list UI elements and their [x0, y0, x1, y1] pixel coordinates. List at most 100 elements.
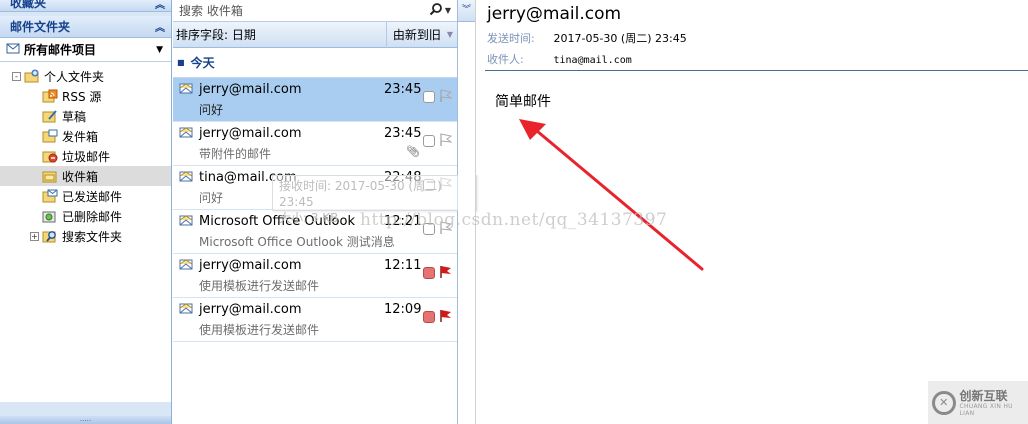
mail-folders-header[interactable]: 邮件文件夹 ︽	[0, 16, 171, 38]
favorites-label: 收藏夹	[10, 0, 47, 10]
message-subject: 问好	[199, 103, 224, 117]
message-time: 12:11	[384, 258, 422, 273]
folder-item[interactable]: 垃圾邮件	[0, 146, 171, 166]
message-body: 简单邮件	[495, 94, 551, 110]
junk-mail-icon	[42, 149, 58, 163]
folder-label: 发件箱	[62, 129, 99, 144]
brand-logo-icon: ✕	[932, 390, 956, 415]
outlook-window: 收藏夹 ︽ 邮件文件夹 ︽ 所有邮件项目 ▼ - 个人文件夹 RSS 源草稿发件箱垃…	[0, 0, 1028, 424]
dropdown-arrow-icon[interactable]: ▼	[156, 45, 163, 55]
mail-items-icon	[6, 42, 20, 58]
sort-arrow-icon: ▼	[446, 30, 453, 39]
message-sender: jerry@mail.com	[199, 258, 302, 273]
folder-item[interactable]: 草稿	[0, 106, 171, 126]
folder-label: 已发送邮件	[62, 189, 123, 204]
inbox-icon	[42, 169, 58, 183]
deleted-items-icon	[42, 209, 58, 223]
sort-field-button[interactable]: 排序字段: 日期	[173, 26, 256, 43]
search-box[interactable]: 搜索 收件箱 ▼	[173, 0, 457, 22]
envelope-icon	[179, 258, 193, 273]
message-tooltip: 接收时间: 2017-05-30 (周二) 23:45 大小: 3 KB	[272, 175, 477, 225]
folder-label: 个人文件夹	[44, 69, 105, 84]
collapse-group-icon[interactable]: ■	[177, 58, 185, 67]
flag-icon[interactable]	[439, 133, 453, 151]
sort-header: 排序字段: 日期 由新到旧 ▼	[173, 21, 457, 48]
folder-item[interactable]: + 搜索文件夹	[0, 226, 171, 246]
header-separator	[485, 70, 1028, 71]
message-item[interactable]: jerry@mail.com 23:45 问好	[173, 78, 457, 122]
folder-label: RSS 源	[62, 89, 102, 104]
collapse-chevron-icon[interactable]: ︽	[155, 19, 165, 34]
folder-scope-selector[interactable]: 所有邮件项目 ▼	[0, 38, 171, 62]
message-time: 23:45	[384, 82, 422, 97]
brand-subtitle: CHUANG XIN HU LIAN	[959, 402, 1013, 417]
list-scroll-column: ︾	[458, 0, 476, 424]
flag-icon[interactable]	[439, 265, 452, 283]
folder-item[interactable]: 发件箱	[0, 126, 171, 146]
sort-order-label: 由新到旧	[392, 28, 441, 42]
drafts-icon	[42, 109, 58, 123]
message-sender: jerry@mail.com	[199, 302, 302, 317]
expand-chevron-icon[interactable]: ︾	[458, 0, 475, 22]
navigation-pane: 收藏夹 ︽ 邮件文件夹 ︽ 所有邮件项目 ▼ - 个人文件夹 RSS 源草稿发件箱垃…	[0, 0, 172, 424]
to-value[interactable]: tina@mail.com	[554, 55, 632, 66]
brand-logo: ✕ 创新互联 CHUANG XIN HU LIAN	[928, 381, 1028, 424]
folder-label: 搜索文件夹	[62, 229, 123, 244]
envelope-icon	[179, 126, 193, 141]
to-label: 收件人:	[487, 53, 524, 66]
outbox-icon	[42, 129, 58, 143]
collapse-chevron-icon[interactable]: ︽	[155, 0, 165, 11]
group-label: 今天	[190, 56, 215, 70]
search-icon[interactable]	[429, 2, 443, 19]
search-input[interactable]: 搜索 收件箱	[179, 2, 243, 19]
message-subject: 问好	[199, 191, 224, 205]
message-subject: 使用模板进行发送邮件	[199, 279, 320, 293]
collapse-icon[interactable]: -	[12, 71, 21, 81]
rss-icon	[42, 89, 58, 103]
message-time: 23:45	[384, 126, 422, 141]
message-item[interactable]: jerry@mail.com 12:11 使用模板进行发送邮件	[173, 254, 457, 298]
sent-items-icon	[42, 189, 58, 203]
flag-icon[interactable]	[439, 89, 453, 107]
folder-label: 垃圾邮件	[62, 149, 111, 164]
tooltip-received: 接收时间: 2017-05-30 (周二) 23:45	[279, 179, 442, 209]
flag-icon[interactable]	[439, 309, 452, 327]
expand-icon[interactable]: +	[30, 231, 39, 241]
category-icon[interactable]	[423, 135, 435, 147]
folder-item[interactable]: 已删除邮件	[0, 206, 171, 226]
search-folders-icon	[42, 229, 58, 243]
attachment-icon: 📎︎	[406, 145, 420, 158]
folder-item[interactable]: - 个人文件夹	[0, 66, 171, 86]
search-options-arrow-icon[interactable]: ▼	[445, 6, 451, 15]
envelope-icon	[179, 170, 193, 185]
favorites-header[interactable]: 收藏夹 ︽	[0, 0, 171, 12]
message-item[interactable]: jerry@mail.com 12:09 使用模板进行发送邮件	[173, 298, 457, 342]
folder-item[interactable]: 收件箱	[0, 166, 171, 186]
category-icon[interactable]	[423, 311, 435, 323]
sent-row: 发送时间: 2017-05-30 (周二) 23:45	[487, 30, 687, 46]
tooltip-size: 大小: 3 KB	[279, 211, 339, 225]
message-subject: 带附件的邮件	[199, 147, 272, 161]
folder-item[interactable]: 已发送邮件	[0, 186, 171, 206]
folder-item[interactable]: RSS 源	[0, 86, 171, 106]
group-header-today[interactable]: ■ 今天	[173, 48, 457, 78]
reading-pane: jerry@mail.com 发送时间: 2017-05-30 (周二) 23:…	[480, 0, 1028, 424]
scope-label: 所有邮件项目	[24, 43, 97, 57]
message-sender: jerry@mail.com	[199, 126, 302, 141]
folder-tree: - 个人文件夹 RSS 源草稿发件箱垃圾邮件收件箱已发送邮件已删除邮件 + 搜索文件夹	[0, 62, 171, 402]
envelope-icon	[179, 214, 193, 229]
sent-label: 发送时间:	[487, 32, 535, 45]
category-icon[interactable]	[423, 267, 435, 279]
message-item[interactable]: jerry@mail.com 23:45 带附件的邮件 📎︎	[173, 122, 457, 166]
message-sender: jerry@mail.com	[487, 4, 622, 24]
folder-label: 收件箱	[62, 169, 99, 184]
envelope-icon	[179, 82, 193, 97]
message-subject: Microsoft Office Outlook 测试消息	[199, 235, 395, 249]
mail-folders-label: 邮件文件夹	[10, 20, 71, 34]
personal-folders-icon	[24, 69, 40, 83]
category-icon[interactable]	[423, 91, 435, 103]
brand-name: 创新互联	[959, 388, 1008, 403]
pane-resize-handle[interactable]: .....	[0, 416, 171, 424]
folder-label: 已删除邮件	[62, 209, 123, 224]
sort-order-button[interactable]: 由新到旧 ▼	[385, 21, 457, 48]
